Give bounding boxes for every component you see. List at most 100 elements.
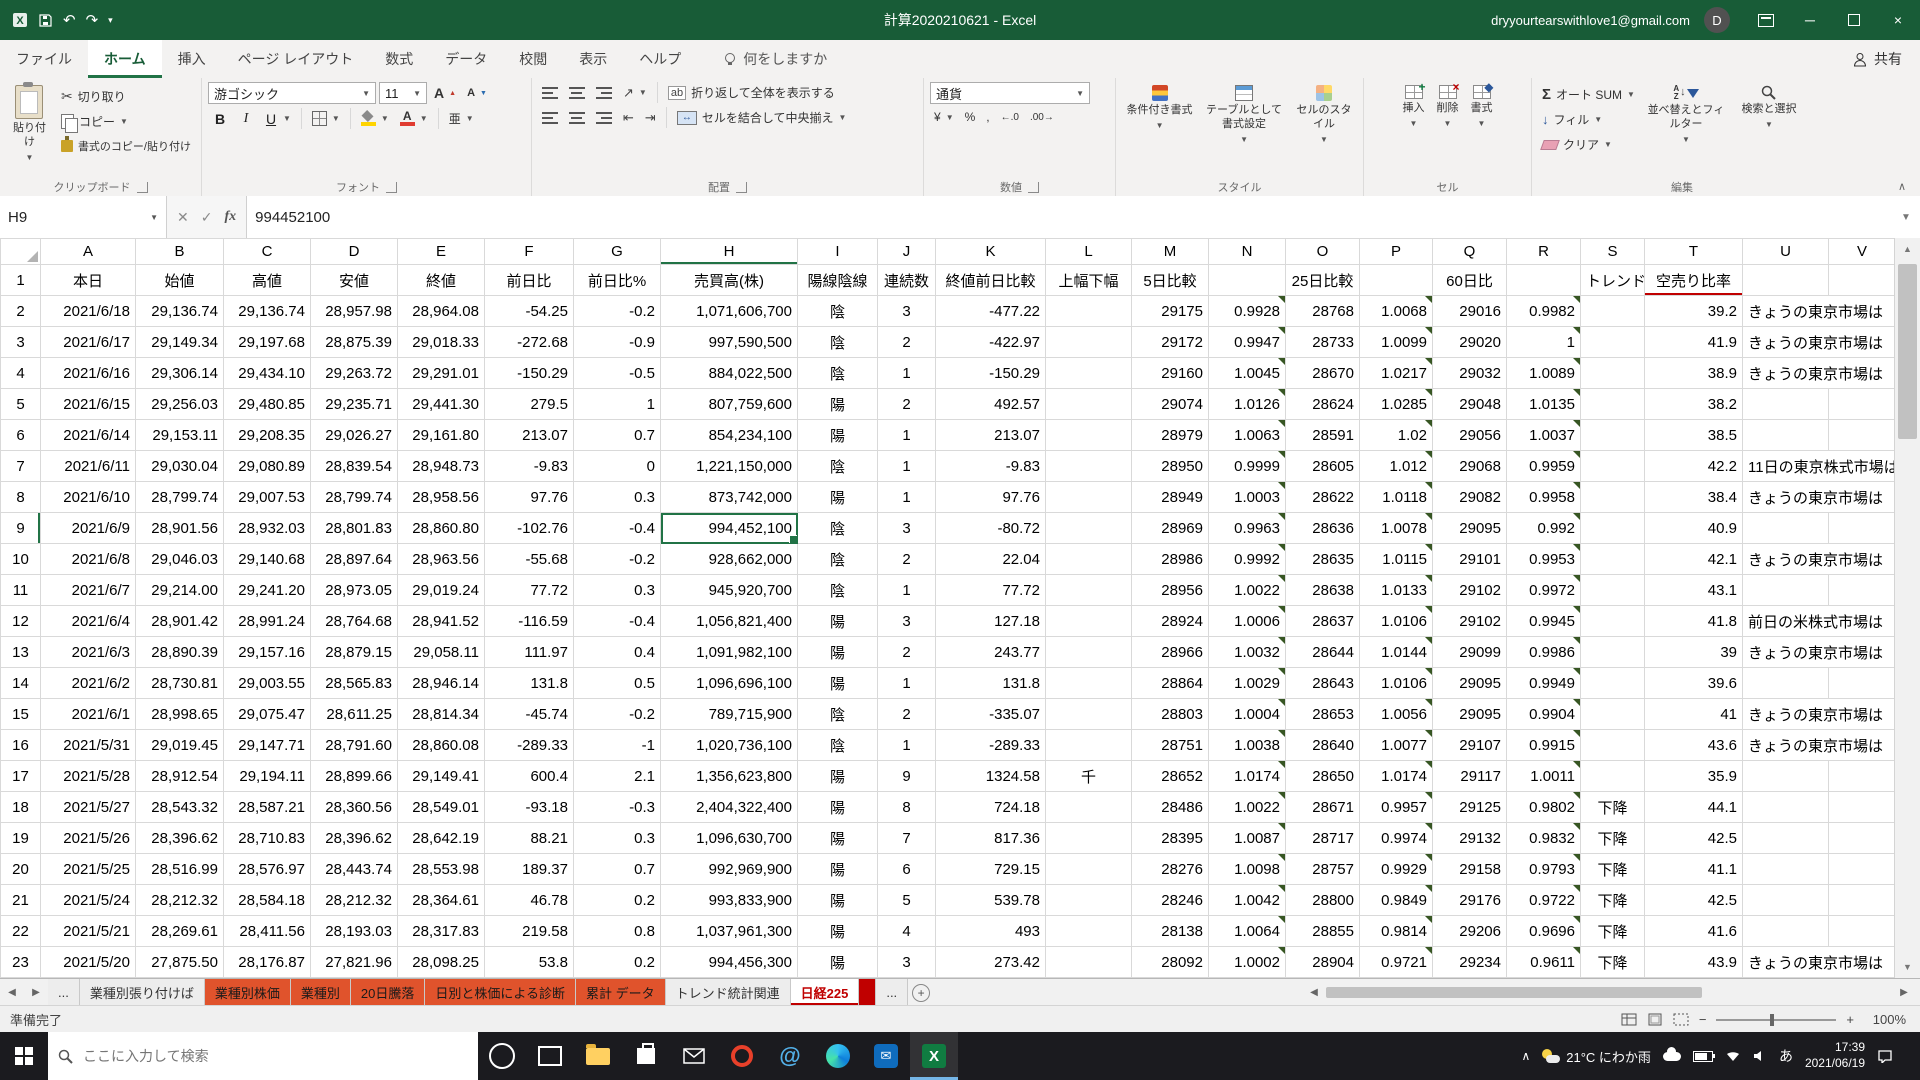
cell-P22[interactable]: 0.9814: [1360, 916, 1433, 947]
action-center-icon[interactable]: [1877, 1049, 1893, 1063]
cell-D21[interactable]: 28,212.32: [311, 885, 398, 916]
decrease-indent-button[interactable]: ⇤: [619, 108, 638, 128]
cell-L8[interactable]: [1046, 482, 1132, 513]
cell-C21[interactable]: 28,584.18: [224, 885, 311, 916]
cell-R8[interactable]: 0.9958: [1507, 482, 1581, 513]
cell-I16[interactable]: 陰: [798, 730, 878, 761]
italic-button[interactable]: I: [235, 109, 257, 129]
cell-T1[interactable]: 空売り比率: [1645, 265, 1743, 296]
cell-E10[interactable]: 28,963.56: [398, 544, 485, 575]
cell-D19[interactable]: 28,396.62: [311, 823, 398, 854]
cell-I23[interactable]: 陽: [798, 947, 878, 978]
name-box[interactable]: H9 ▼: [0, 196, 167, 238]
cell-N17[interactable]: 1.0174: [1209, 761, 1286, 792]
cell-Q11[interactable]: 29102: [1433, 575, 1507, 606]
clear-button[interactable]: クリア▼: [1538, 134, 1639, 155]
cell-J19[interactable]: 7: [878, 823, 936, 854]
cell-I5[interactable]: 陽: [798, 389, 878, 420]
cell-L9[interactable]: [1046, 513, 1132, 544]
conditional-formatting-button[interactable]: 条件付き書式▼: [1122, 82, 1197, 134]
cell-G21[interactable]: 0.2: [574, 885, 661, 916]
cell-K4[interactable]: -150.29: [936, 358, 1046, 389]
cell-O10[interactable]: 28635: [1286, 544, 1360, 575]
col-header-B[interactable]: B: [136, 239, 224, 265]
ribbon-tab-ヘルプ[interactable]: ヘルプ: [623, 40, 697, 78]
cell-R23[interactable]: 0.9611: [1507, 947, 1581, 978]
cell-F20[interactable]: 189.37: [485, 854, 574, 885]
cell-B12[interactable]: 28,901.42: [136, 606, 224, 637]
cell-U17[interactable]: [1743, 761, 1829, 792]
cell-E6[interactable]: 29,161.80: [398, 420, 485, 451]
row-header-3[interactable]: 3: [1, 327, 41, 358]
cell-P13[interactable]: 1.0144: [1360, 637, 1433, 668]
cell-G13[interactable]: 0.4: [574, 637, 661, 668]
cell-S21[interactable]: 下降: [1581, 885, 1645, 916]
cell-K7[interactable]: -9.83: [936, 451, 1046, 482]
cell-H19[interactable]: 1,096,630,700: [661, 823, 798, 854]
cell-J22[interactable]: 4: [878, 916, 936, 947]
search-input[interactable]: [81, 1047, 468, 1065]
cell-C23[interactable]: 28,176.87: [224, 947, 311, 978]
cell-Q16[interactable]: 29107: [1433, 730, 1507, 761]
close-button[interactable]: ×: [1876, 0, 1920, 40]
store-button[interactable]: [622, 1032, 670, 1080]
cell-B11[interactable]: 29,214.00: [136, 575, 224, 606]
cell-Q12[interactable]: 29102: [1433, 606, 1507, 637]
cell-M11[interactable]: 28956: [1132, 575, 1209, 606]
cell-G15[interactable]: -0.2: [574, 699, 661, 730]
ribbon-display-options-icon[interactable]: [1744, 0, 1788, 40]
cell-A9[interactable]: 2021/6/9: [41, 513, 136, 544]
cell-P9[interactable]: 1.0078: [1360, 513, 1433, 544]
qat-customize-icon[interactable]: ▾: [108, 15, 113, 26]
cell-E14[interactable]: 28,946.14: [398, 668, 485, 699]
cell-S10[interactable]: [1581, 544, 1645, 575]
cell-O20[interactable]: 28757: [1286, 854, 1360, 885]
undo-icon[interactable]: ↶: [63, 11, 76, 29]
cell-O18[interactable]: 28671: [1286, 792, 1360, 823]
cell-T17[interactable]: 35.9: [1645, 761, 1743, 792]
cell-Q19[interactable]: 29132: [1433, 823, 1507, 854]
furigana-button[interactable]: 亜▼: [445, 108, 478, 129]
cell-O5[interactable]: 28624: [1286, 389, 1360, 420]
cell-P20[interactable]: 0.9929: [1360, 854, 1433, 885]
cell-P6[interactable]: 1.02: [1360, 420, 1433, 451]
font-color-button[interactable]: A▼: [396, 109, 432, 128]
cell-A13[interactable]: 2021/6/3: [41, 637, 136, 668]
cell-S13[interactable]: [1581, 637, 1645, 668]
cell-G9[interactable]: -0.4: [574, 513, 661, 544]
cell-T13[interactable]: 39: [1645, 637, 1743, 668]
cell-S19[interactable]: 下降: [1581, 823, 1645, 854]
cell-I19[interactable]: 陽: [798, 823, 878, 854]
onedrive-cloud-icon[interactable]: [1663, 1052, 1681, 1061]
col-header-F[interactable]: F: [485, 239, 574, 265]
cell-A19[interactable]: 2021/5/26: [41, 823, 136, 854]
cell-B6[interactable]: 29,153.11: [136, 420, 224, 451]
copy-button[interactable]: コピー▼: [57, 111, 195, 132]
cell-O22[interactable]: 28855: [1286, 916, 1360, 947]
cell-K9[interactable]: -80.72: [936, 513, 1046, 544]
cell-C14[interactable]: 29,003.55: [224, 668, 311, 699]
cell-P5[interactable]: 1.0285: [1360, 389, 1433, 420]
cell-V22[interactable]: [1829, 916, 1896, 947]
cell-H18[interactable]: 2,404,322,400: [661, 792, 798, 823]
tell-me-box[interactable]: 何をしますか: [723, 49, 827, 69]
cell-T7[interactable]: 42.2: [1645, 451, 1743, 482]
cell-S1[interactable]: トレンド: [1581, 265, 1645, 296]
cell-G1[interactable]: 前日比%: [574, 265, 661, 296]
cell-M12[interactable]: 28924: [1132, 606, 1209, 637]
cell-S22[interactable]: 下降: [1581, 916, 1645, 947]
fill-color-button[interactable]: ▼: [357, 109, 393, 128]
number-dialog-launcher-icon[interactable]: [1028, 182, 1039, 193]
sort-filter-button[interactable]: AZ↓ 並べ替えとフィルター▼: [1643, 82, 1729, 148]
wrap-text-button[interactable]: ab折り返して全体を表示する: [664, 82, 839, 103]
align-middle-button[interactable]: [565, 85, 589, 101]
row-header-20[interactable]: 20: [1, 854, 41, 885]
cell-Q7[interactable]: 29068: [1433, 451, 1507, 482]
row-header-13[interactable]: 13: [1, 637, 41, 668]
cell-K20[interactable]: 729.15: [936, 854, 1046, 885]
cell-Q2[interactable]: 29016: [1433, 296, 1507, 327]
cell-R5[interactable]: 1.0135: [1507, 389, 1581, 420]
underline-button[interactable]: U▼: [260, 109, 295, 129]
cell-U18[interactable]: [1743, 792, 1829, 823]
cell-G5[interactable]: 1: [574, 389, 661, 420]
